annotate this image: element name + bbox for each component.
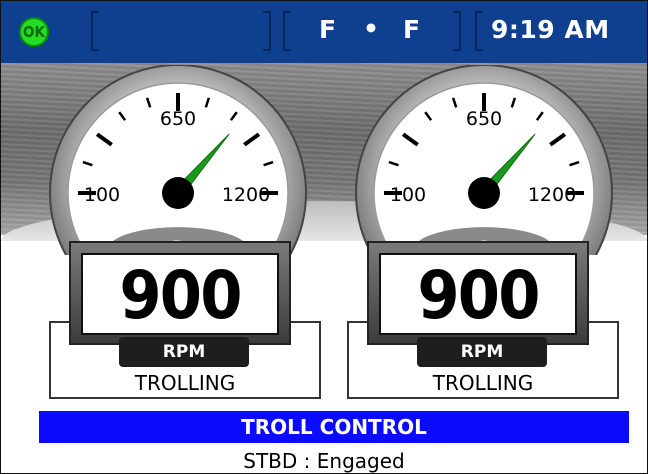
starboard-rpm-unit-label: RPM: [417, 337, 547, 367]
port-gauge-min-label: 100: [84, 184, 120, 206]
starboard-rpm-readout: 900: [367, 241, 589, 345]
starboard-gauge-max-label: 1200: [528, 184, 576, 206]
left-panel-bracket-end: [263, 11, 271, 51]
port-rpm-gauge: 100 650 1200 P: [49, 65, 307, 255]
fuel-separator: •: [363, 14, 379, 43]
fuel-panel-bracket-end: [453, 11, 461, 51]
fuel-left-indicator: F: [319, 15, 337, 44]
port-gauge-mid-label: 650: [160, 108, 196, 130]
fuel-right-indicator: F: [403, 15, 421, 44]
troll-status-message: STBD : Engaged: [243, 449, 405, 473]
starboard-rpm-gauge: 100 650 1200 S: [355, 65, 613, 255]
port-rpm-readout: 900: [69, 241, 291, 345]
clock-time: 9:19 AM: [491, 15, 610, 44]
port-gauge-max-label: 1200: [222, 184, 270, 206]
port-mode-label: TROLLING: [134, 371, 236, 395]
fuel-panel-bracket: [283, 11, 291, 51]
port-gauge-hub: [162, 177, 194, 209]
port-rpm-readout-window: 900: [81, 253, 279, 335]
clock-panel-bracket: [475, 11, 483, 51]
starboard-gauge-min-label: 100: [390, 184, 426, 206]
left-panel-bracket: [91, 11, 99, 51]
engine-display-screen: OK F • F 9:19 AM 100 650 1200 P: [0, 0, 648, 474]
starboard-gauge-hub: [468, 177, 500, 209]
ok-status-badge[interactable]: OK: [19, 17, 49, 47]
starboard-mode-label: TROLLING: [432, 371, 534, 395]
starboard-gauge-mid-label: 650: [466, 108, 502, 130]
starboard-rpm-value: 900: [417, 257, 540, 334]
top-status-bar: OK F • F 9:19 AM: [1, 1, 647, 63]
port-rpm-unit-label: RPM: [119, 337, 249, 367]
port-rpm-value: 900: [119, 257, 242, 334]
troll-control-button[interactable]: TROLL CONTROL: [39, 411, 629, 443]
starboard-rpm-readout-window: 900: [379, 253, 577, 335]
